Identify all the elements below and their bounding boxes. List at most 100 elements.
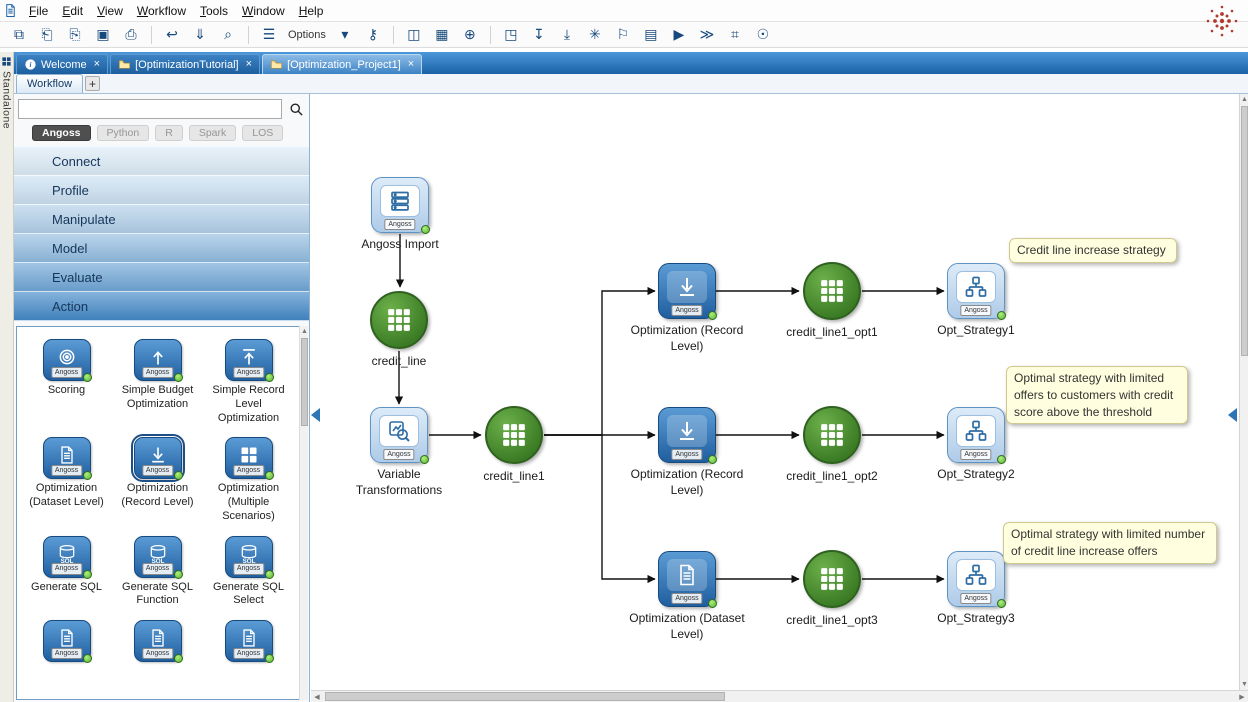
filter-spark[interactable]: Spark [189, 125, 236, 141]
node-optimization-record-level-2[interactable]: Angoss [658, 407, 716, 463]
palette-item-simple-budget-optimization[interactable]: AngossSimple Budget Optimization [116, 339, 200, 425]
category-manipulate[interactable]: Manipulate [14, 205, 309, 234]
filter-python[interactable]: Python [97, 125, 150, 141]
play-icon[interactable]: ▶ [668, 25, 690, 45]
sticky-note[interactable]: Optimal strategy with limited offers to … [1006, 366, 1188, 424]
calculator-icon[interactable]: ⌗ [724, 25, 746, 45]
node-optimization-record-level-1[interactable]: Angoss [658, 263, 716, 319]
palette-item-generate-sql[interactable]: SQLAngossGenerate SQL [25, 536, 109, 609]
menu-tools[interactable]: Tools [193, 1, 235, 21]
node-variable-transformations[interactable]: Angoss [370, 407, 428, 463]
search-icon[interactable] [286, 99, 306, 119]
palette-item-simple-record-level-optimization[interactable]: AngossSimple Record Level Optimization [207, 339, 291, 425]
download-data-icon[interactable]: ⤓ [556, 25, 578, 45]
scroll-up-icon[interactable]: ▲ [300, 326, 309, 336]
options-sliders-icon[interactable]: ☰ [258, 25, 280, 45]
node-opt-strategy1[interactable]: Angoss [947, 263, 1005, 319]
open-workflow-icon[interactable]: ⎗ [36, 25, 58, 45]
palette-item-optimization-record-level[interactable]: AngossOptimization (Record Level) [116, 437, 200, 523]
palette-item[interactable]: Angoss [207, 620, 291, 665]
filter-r[interactable]: R [155, 125, 183, 141]
pan-icon[interactable]: ☉ [752, 25, 774, 45]
tab-close-icon[interactable]: × [408, 59, 414, 70]
scroll-up-icon[interactable]: ▲ [1240, 94, 1248, 105]
palette-item-generate-sql-select[interactable]: SQLAngossGenerate SQL Select [207, 536, 291, 609]
sticky-note[interactable]: Optimal strategy with limited number of … [1003, 522, 1217, 564]
add-workflow-tab-button[interactable]: + [85, 76, 100, 91]
sticky-note[interactable]: Credit line increase strategy [1009, 238, 1177, 263]
filter-los[interactable]: LOS [242, 125, 283, 141]
menu-edit[interactable]: Edit [55, 1, 90, 21]
category-connect[interactable]: Connect [14, 147, 309, 176]
horizontal-scrollbar-thumb[interactable] [325, 692, 725, 701]
palette-node: Angoss [43, 620, 91, 662]
options-caret-icon[interactable]: ▾ [334, 25, 356, 45]
palette-item-optimization-dataset-level[interactable]: AngossOptimization (Dataset Level) [25, 437, 109, 523]
run-to-end-icon[interactable]: ≫ [696, 25, 718, 45]
split-view-icon[interactable]: ◫ [403, 25, 425, 45]
palette-scrollbar-thumb[interactable] [301, 338, 308, 426]
data-table-icon[interactable]: ▦ [431, 25, 453, 45]
print-icon[interactable]: ⎙ [120, 25, 142, 45]
category-evaluate[interactable]: Evaluate [14, 263, 309, 292]
menu-workflow[interactable]: Workflow [130, 1, 193, 21]
node-opt-strategy3[interactable]: Angoss [947, 551, 1005, 607]
canvas-vertical-scrollbar[interactable]: ▲ ▼ [1239, 94, 1248, 690]
refresh-all-icon[interactable]: ✳ [584, 25, 606, 45]
document-tabbar: Workflow + [14, 74, 1248, 94]
node-credit-line1-opt3[interactable] [803, 550, 861, 608]
menu-help[interactable]: Help [292, 1, 331, 21]
category-profile[interactable]: Profile [14, 176, 309, 205]
node-opt-strategy2[interactable]: Angoss [947, 407, 1005, 463]
find-in-workflow-icon[interactable]: ⌕ [217, 25, 239, 45]
tab-close-icon[interactable]: × [94, 59, 100, 70]
palette-item-generate-sql-function[interactable]: SQLAngossGenerate SQL Function [116, 536, 200, 609]
vertical-scrollbar-thumb[interactable] [1241, 106, 1248, 356]
tab-optimizationtutorial[interactable]: [OptimizationTutorial]× [110, 54, 260, 74]
flag-icon[interactable]: ⚐ [612, 25, 634, 45]
palette-item[interactable]: Angoss [116, 620, 200, 665]
pin-icon[interactable]: ↧ [528, 25, 550, 45]
menu-view[interactable]: View [90, 1, 130, 21]
sql-icon: SQL [239, 544, 259, 564]
duplicate-workflow-icon[interactable]: ⎘ [64, 25, 86, 45]
collapse-canvas-handle[interactable] [1228, 408, 1237, 422]
scroll-left-icon[interactable]: ◀ [311, 691, 323, 702]
menu-file[interactable]: File [22, 1, 55, 21]
tab-welcome[interactable]: iWelcome× [16, 54, 108, 74]
report-icon[interactable]: ▤ [640, 25, 662, 45]
collapse-sidebar-handle[interactable] [311, 408, 320, 422]
node-optimization-dataset-level[interactable]: Angoss [658, 551, 716, 607]
palette-item-scoring[interactable]: AngossScoring [25, 339, 109, 425]
import-workflow-icon[interactable]: ⧉ [8, 25, 30, 45]
node-angoss-import[interactable]: Angoss [371, 177, 429, 233]
options-label[interactable]: Options [286, 29, 328, 41]
workflow-canvas[interactable]: AngossAngoss Importcredit_lineAngossVari… [311, 94, 1240, 690]
node-credit-line1[interactable] [485, 406, 543, 464]
undo-icon[interactable]: ↩ [161, 25, 183, 45]
tab-optimization-project1[interactable]: [Optimization_Project1]× [262, 54, 422, 74]
export-icon[interactable]: ⇓ [189, 25, 211, 45]
palette-scrollbar[interactable]: ▲ [299, 326, 308, 700]
standalone-rail[interactable]: Standalone [0, 52, 14, 702]
tab-label: Welcome [41, 59, 87, 71]
node-credit-line1-opt1[interactable] [803, 262, 861, 320]
filter-angoss[interactable]: Angoss [32, 125, 91, 141]
palette-item-optimization-multiple-scenarios[interactable]: AngossOptimization (Multiple Scenarios) [207, 437, 291, 523]
connections-key-icon[interactable]: ⚷ [362, 25, 384, 45]
palette-item[interactable]: Angoss [25, 620, 109, 665]
node-credit-line1-opt2[interactable] [803, 406, 861, 464]
menu-window[interactable]: Window [235, 1, 292, 21]
tab-close-icon[interactable]: × [246, 59, 252, 70]
scroll-down-icon[interactable]: ▼ [1240, 679, 1248, 690]
category-action[interactable]: Action [14, 292, 309, 321]
node-credit-line[interactable] [370, 291, 428, 349]
save-icon[interactable]: ▣ [92, 25, 114, 45]
search-input[interactable] [18, 99, 282, 119]
scroll-right-icon[interactable]: ▶ [1236, 691, 1248, 702]
fit-view-icon[interactable]: ⊕ [459, 25, 481, 45]
run-node-icon[interactable]: ◳ [500, 25, 522, 45]
tab-workflow[interactable]: Workflow [16, 74, 83, 93]
canvas-horizontal-scrollbar[interactable]: ◀ ▶ [311, 690, 1248, 702]
category-model[interactable]: Model [14, 234, 309, 263]
